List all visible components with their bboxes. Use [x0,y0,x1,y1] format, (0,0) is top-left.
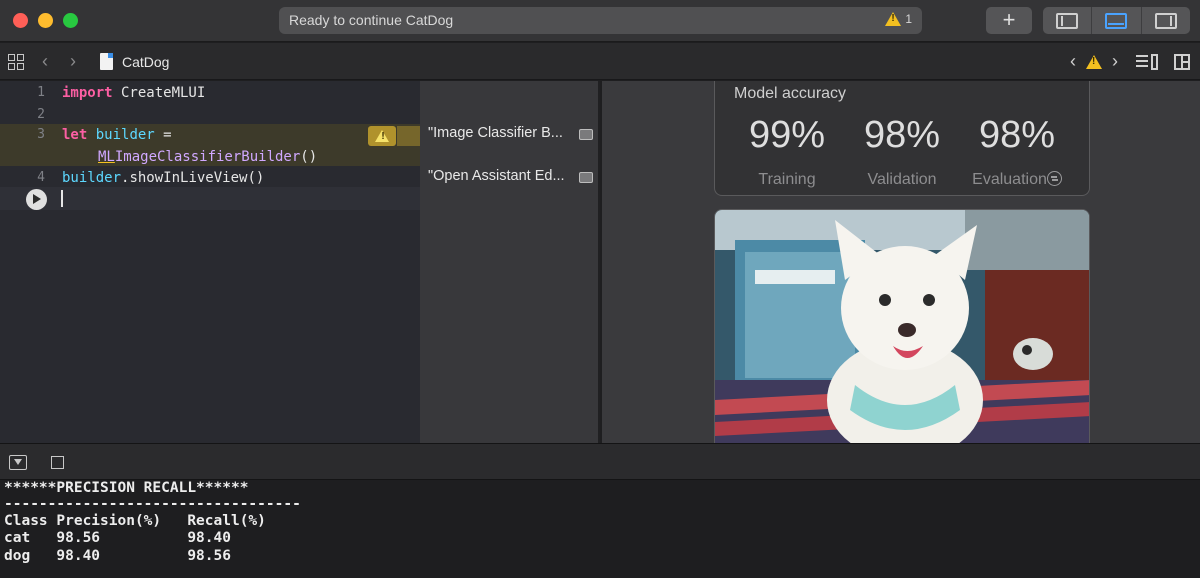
warning-count: 1 [905,12,912,26]
forward-chevron-icon[interactable]: › [70,51,76,72]
code-class: ImageClassifierBuilder [114,149,301,165]
activity-status-bar[interactable]: Ready to continue CatDog 1 [279,7,922,34]
run-playground-button[interactable] [26,189,47,210]
code-variable: builder [95,127,155,143]
debug-panel-icon [1105,12,1128,29]
minimize-window-button[interactable] [38,13,53,28]
console-columns: Class Precision(%) Recall(%) [4,513,266,529]
library-add-button[interactable]: + [986,7,1032,34]
model-accuracy-title: Model accuracy [734,85,847,102]
model-accuracy-card: Model accuracy 99% 98% 98% Training Vali… [714,81,1090,196]
dog-photo-illustration [715,210,1089,443]
hide-debug-area-icon[interactable] [9,455,27,470]
code-line: 2 [0,104,420,126]
validation-label: Validation [867,171,937,188]
code-text: = [154,127,172,143]
text-cursor [61,190,63,207]
line-number: 4 [37,170,45,185]
line-number: 3 [37,127,45,142]
results-sidebar: "Image Classifier B... "Open Assistant E… [420,81,600,443]
training-label: Training [758,171,816,188]
toggle-inspector-button[interactable] [1142,7,1190,34]
split-editor-icon[interactable] [1174,53,1190,70]
related-items-grid-icon[interactable] [8,54,24,70]
training-accuracy-value: 99% [748,114,826,156]
line-number: 1 [37,85,45,100]
inspector-panel-icon [1154,12,1177,29]
evaluation-accuracy-value: 98% [978,114,1056,156]
console-header: ******PRECISION RECALL****** [4,480,249,496]
result-item-image-classifier[interactable]: "Image Classifier B... [428,125,563,141]
title-bar: Ready to continue CatDog 1 + [0,0,1200,42]
maximize-window-button[interactable] [63,13,78,28]
source-editor[interactable]: 1 import CreateMLUI 2 3 let builder = ML… [0,81,420,443]
code-line: 3 let builder = [0,124,420,146]
status-warning-indicator[interactable]: 1 [885,12,912,26]
close-window-button[interactable] [13,13,28,28]
status-text: Ready to continue CatDog [289,12,454,28]
navigator-panel-icon [1056,12,1079,29]
breadcrumb-catdog[interactable]: CatDog [122,54,169,70]
code-variable: builder [62,170,122,186]
warning-icon [885,12,902,26]
jump-bar: ‹ › CatDog ‹ › [0,43,1200,80]
validation-accuracy-value: 98% [863,114,941,156]
next-issue-chevron-icon[interactable]: › [1112,51,1118,72]
issue-warning-icon[interactable] [1086,54,1102,69]
code-keyword: let [62,127,88,143]
current-line-highlight [0,187,420,210]
toggle-navigator-button[interactable] [1043,7,1093,34]
result-item-assistant-editor[interactable]: "Open Assistant Ed... [428,168,565,184]
code-keyword: import [62,85,113,101]
panel-toggle-group [1043,7,1190,34]
console-row-dog: dog 98.40 98.56 [4,548,231,564]
code-line: 4 builder.showInLiveView() [0,167,420,189]
back-chevron-icon[interactable]: ‹ [42,51,48,72]
jump-bar-actions: ‹ › [1070,51,1190,72]
toggle-debug-area-button[interactable] [1092,7,1142,34]
console-panel-icon[interactable] [51,456,64,469]
code-text: CreateMLUI [112,85,206,101]
playground-file-icon [100,53,113,70]
code-text: .showInLiveView() [121,170,265,186]
debug-bar [0,443,1200,480]
previous-issue-chevron-icon[interactable]: ‹ [1070,51,1076,72]
editor-options-icon[interactable] [1136,53,1158,70]
code-line: 1 import CreateMLUI [0,82,420,104]
code-text: () [300,149,318,165]
console-output[interactable]: ******PRECISION RECALL****** -----------… [0,480,1200,578]
line-number: 2 [37,107,45,122]
dog-preview-image [714,209,1090,443]
evaluation-filter-icon[interactable] [1046,171,1062,186]
evaluation-label: Evaluation [972,171,1047,188]
code-line-continuation: MLImageClassifierBuilder() [0,146,420,168]
quick-look-icon[interactable] [579,129,593,140]
quick-look-icon[interactable] [579,172,593,183]
console-row-cat: cat 98.56 98.40 [4,530,231,546]
evaluation-label-group: Evaluation [957,171,1077,189]
live-view: Model accuracy 99% 98% 98% Training Vali… [602,81,1200,443]
code-class-prefix: ML [98,149,115,165]
console-divider: ---------------------------------- [4,496,301,512]
